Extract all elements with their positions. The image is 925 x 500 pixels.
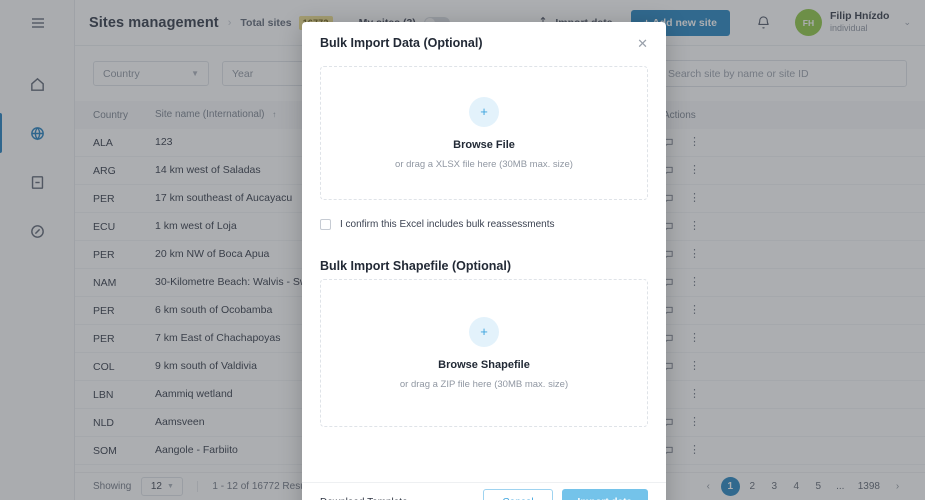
confirm-reassessments-checkbox[interactable] [320,219,331,230]
browse-file-label: Browse File [453,138,515,151]
file-dropzone[interactable]: + Browse File or drag a XLSX file here (… [320,66,648,200]
import-data-submit-button[interactable]: Import data [561,489,648,500]
shapefile-dropzone-hint: or drag a ZIP file here (30MB max. size) [399,378,569,390]
plus-icon: + [469,96,499,127]
cancel-button[interactable]: Cancel [483,489,553,500]
confirm-reassessments-row[interactable]: I confirm this Excel includes bulk reass… [320,219,648,230]
browse-shapefile-label: Browse Shapefile [438,358,530,371]
plus-icon: + [469,316,499,347]
modal-footer: Download Template Cancel Import data [302,482,666,500]
close-icon[interactable]: ✕ [637,37,648,50]
modal-header: Bulk Import Data (Optional) ✕ [302,22,666,64]
shapefile-dropzone[interactable]: + Browse Shapefile or drag a ZIP file he… [320,279,648,427]
bulk-import-modal: Bulk Import Data (Optional) ✕ + Browse F… [302,22,666,500]
shapefile-section-title: Bulk Import Shapefile (Optional) [320,259,511,273]
app-root: Sites management › Total sites 16772 My … [0,0,925,500]
confirm-reassessments-label: I confirm this Excel includes bulk reass… [340,219,555,230]
modal-title: Bulk Import Data (Optional) [320,36,483,50]
modal-body: + Browse File or drag a XLSX file here (… [302,64,666,482]
file-dropzone-hint: or drag a XLSX file here (30MB max. size… [395,158,573,170]
